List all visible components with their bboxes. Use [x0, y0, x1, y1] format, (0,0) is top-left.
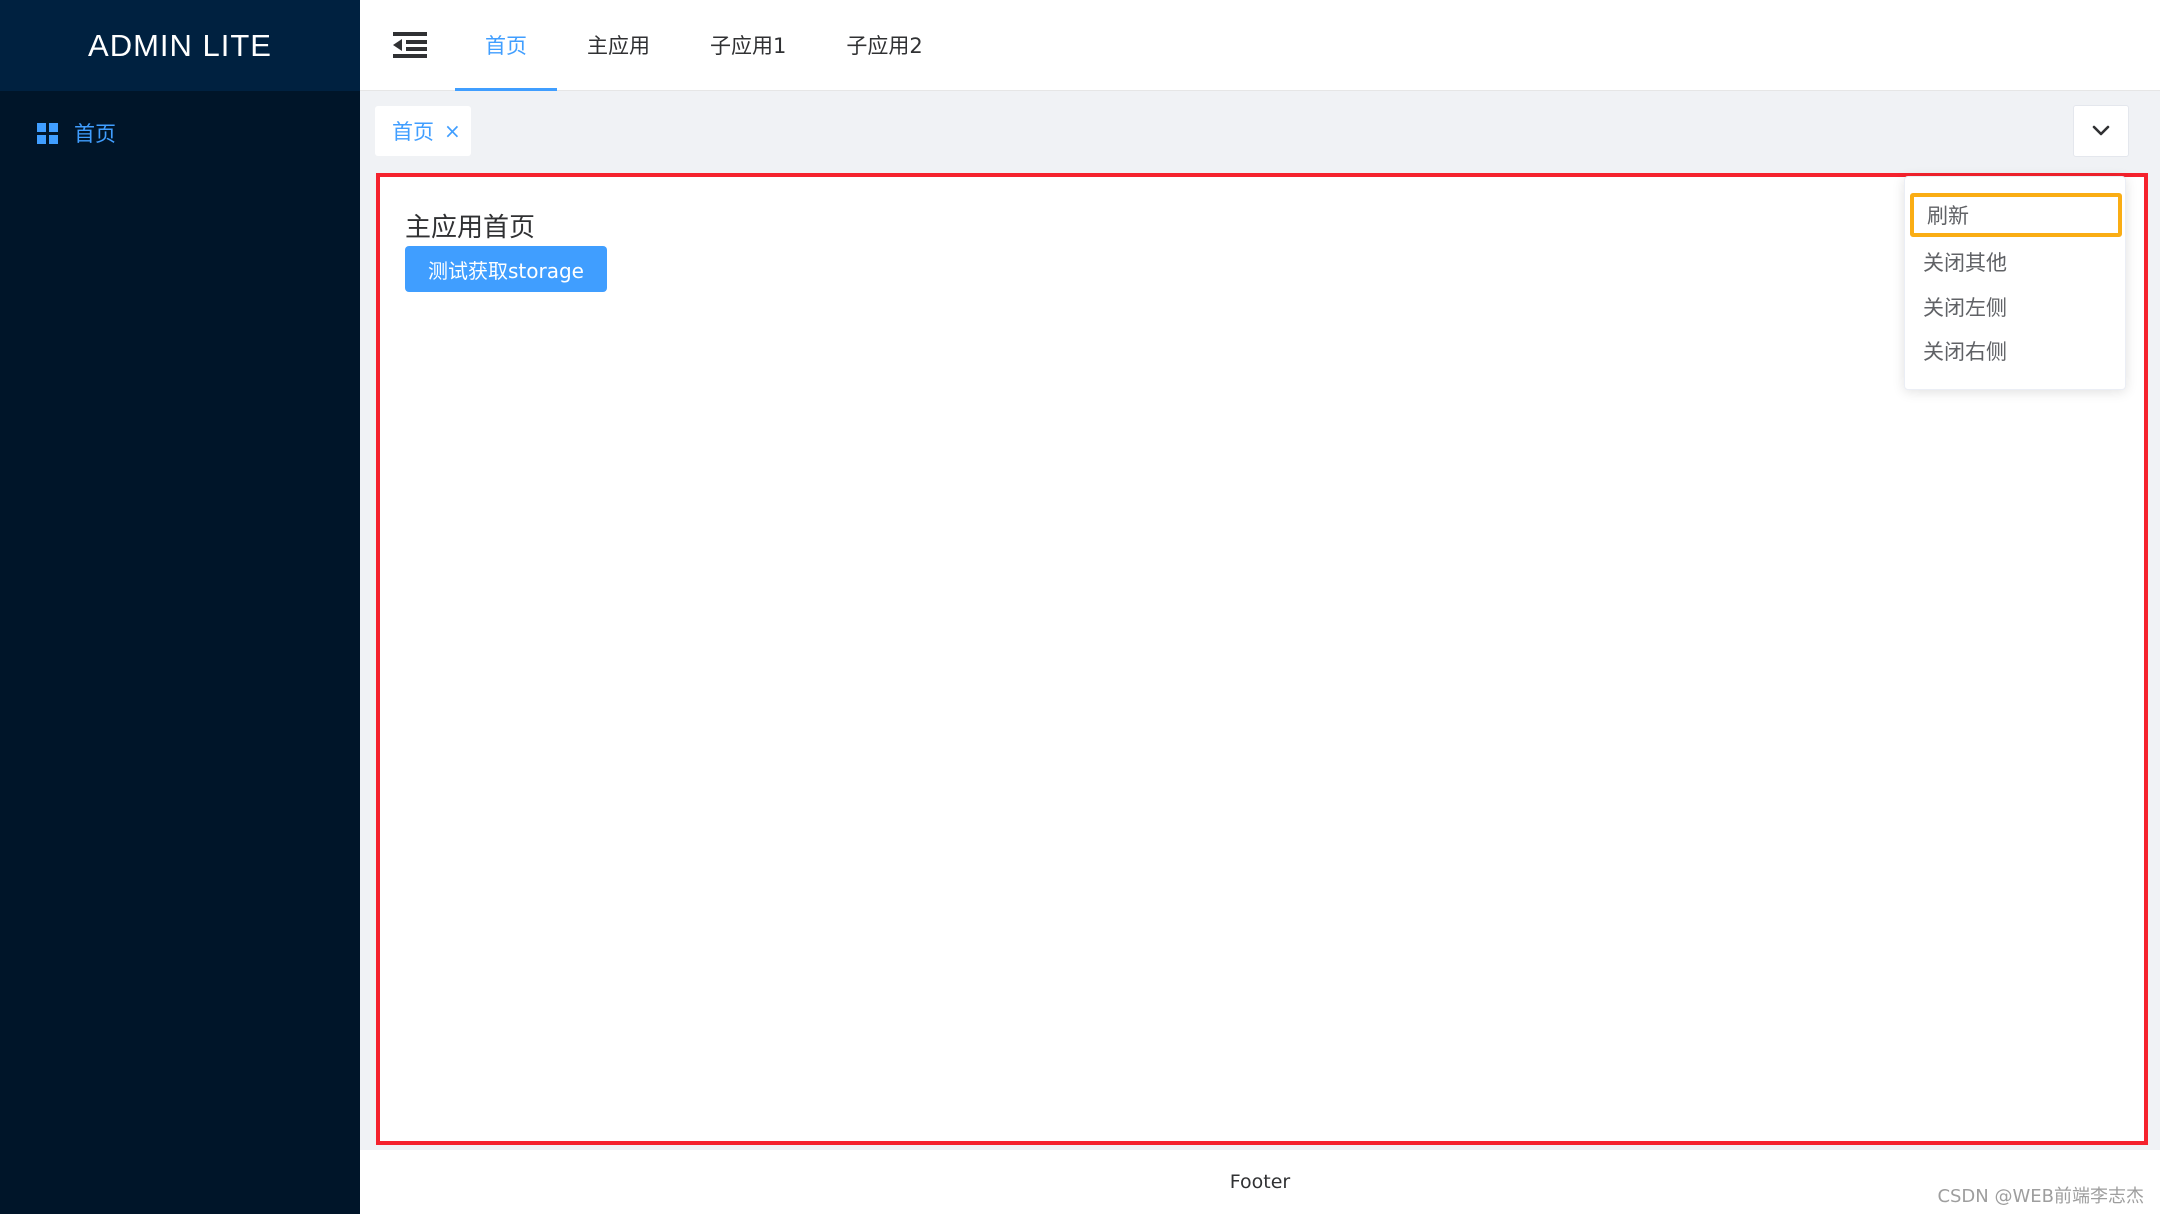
menu-item-close-others[interactable]: 关闭其他: [1923, 240, 2007, 284]
nav-tab-sub-app-2[interactable]: 子应用2: [816, 0, 952, 91]
close-icon[interactable]: ×: [444, 121, 461, 141]
tag-home[interactable]: 首页 ×: [375, 106, 471, 156]
sidebar-item-label: 首页: [74, 122, 116, 146]
sidebar: ADMIN LITE 首页: [0, 0, 360, 1214]
menu-item-close-left[interactable]: 关闭左侧: [1923, 285, 2007, 329]
main-content: 主应用首页 测试获取storage: [376, 173, 2148, 1145]
sidebar-logo: ADMIN LITE: [0, 0, 360, 91]
app-root: ADMIN LITE 首页 首页 主应用 子应用1 子应用2 首页 × 主应用首…: [0, 0, 2160, 1214]
nav-tab-home[interactable]: 首页: [455, 0, 557, 91]
tag-label: 首页: [392, 120, 434, 144]
nav-tab-sub-app-1[interactable]: 子应用1: [680, 0, 816, 91]
tags-dropdown-button[interactable]: [2073, 105, 2129, 157]
footer: Footer: [360, 1150, 2160, 1214]
tags-bar: 首页 ×: [360, 91, 2160, 171]
page-title: 主应用首页: [405, 213, 536, 243]
menu-item-refresh[interactable]: 刷新: [1910, 193, 2122, 237]
watermark: CSDN @WEB前端李志杰: [1937, 1186, 2144, 1207]
tags-dropdown-menu: 刷新 关闭其他 关闭左侧 关闭右侧: [1904, 176, 2126, 390]
top-header: 首页 主应用 子应用1 子应用2: [360, 0, 2160, 91]
chevron-down-icon: [2092, 125, 2110, 136]
nav-tab-main-app[interactable]: 主应用: [557, 0, 680, 91]
get-storage-button[interactable]: 测试获取storage: [405, 246, 607, 292]
menu-fold-icon[interactable]: [365, 0, 455, 91]
sidebar-item-home[interactable]: 首页: [0, 91, 360, 175]
menu-item-close-right[interactable]: 关闭右侧: [1923, 329, 2007, 373]
grid-icon: [37, 122, 58, 144]
